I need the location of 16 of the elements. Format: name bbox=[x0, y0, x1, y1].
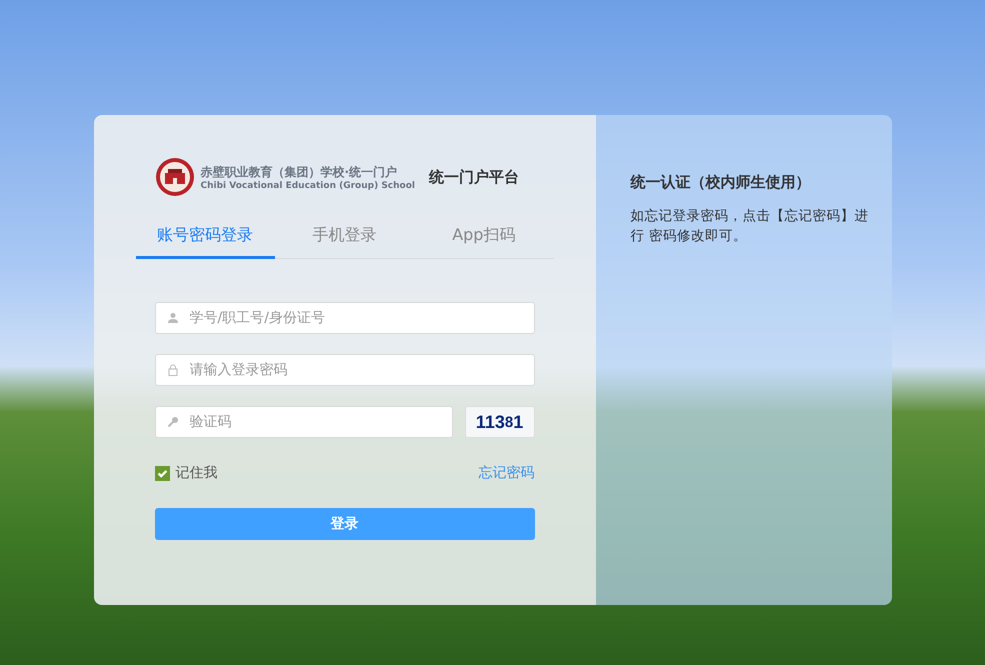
school-name-english: Chibi Vocational Education (Group) School bbox=[200, 180, 416, 190]
login-button[interactable]: 登录 bbox=[154, 508, 534, 540]
school-name: 赤壁职业教育（集团）学校·统一门户 bbox=[200, 164, 398, 180]
username-field[interactable]: 学号/职工号/身份证号 bbox=[154, 302, 534, 334]
forgot-password-link[interactable]: 忘记密码 bbox=[478, 464, 534, 482]
login-tab[interactable]: App扫码 bbox=[414, 219, 554, 259]
info-text: 如忘记登录密码，点击【忘记密码】进行 密码修改即可。 bbox=[630, 207, 870, 246]
login-tab[interactable]: 账号密码登录 bbox=[136, 219, 275, 259]
login-tab[interactable]: 手机登录 bbox=[274, 219, 414, 259]
remember-checkbox[interactable] bbox=[154, 466, 170, 480]
remember-label: 记住我 bbox=[176, 464, 218, 482]
school-emblem-icon bbox=[154, 157, 194, 197]
captcha-field[interactable]: 验证码 bbox=[154, 406, 452, 438]
info-title: 统一认证（校内师生使用） bbox=[630, 173, 812, 192]
password-field[interactable]: 请输入登录密码 bbox=[154, 354, 534, 386]
platform-title: 统一门户平台 bbox=[429, 168, 520, 186]
